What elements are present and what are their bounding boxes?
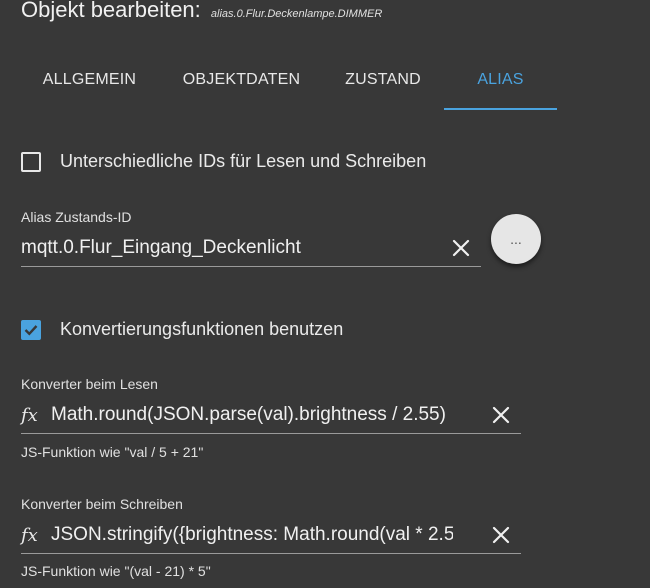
- clear-alias-state-id-button[interactable]: [449, 236, 473, 260]
- tab-alias[interactable]: ALIAS: [444, 52, 557, 108]
- read-converter-label: Konverter beim Lesen: [21, 376, 158, 392]
- use-conversion-option[interactable]: Konvertierungsfunktionen benutzen: [21, 319, 343, 340]
- function-icon: fx: [21, 524, 38, 546]
- dialog-title: Objekt bearbeiten: alias.0.Flur.Deckenla…: [21, 0, 382, 23]
- tab-allgemein[interactable]: ALLGEMEIN: [21, 52, 158, 108]
- read-converter-value[interactable]: Math.round(JSON.parse(val).brightness / …: [51, 404, 453, 426]
- separate-ids-option[interactable]: Unterschiedliche IDs für Lesen und Schre…: [21, 151, 426, 172]
- read-converter-helper: JS-Funktion wie "val / 5 + 21": [21, 444, 204, 460]
- write-converter-helper: JS-Funktion wie "(val - 21) * 5": [21, 563, 211, 579]
- use-conversion-checkbox[interactable]: [21, 319, 41, 340]
- dialog-title-text: Objekt bearbeiten:: [21, 0, 201, 22]
- separate-ids-label: Unterschiedliche IDs für Lesen und Schre…: [60, 151, 427, 171]
- function-icon: fx: [21, 404, 38, 426]
- write-converter-label: Konverter beim Schreiben: [21, 496, 183, 512]
- read-converter-field[interactable]: fx Math.round(JSON.parse(val).brightness…: [21, 397, 521, 434]
- active-tab-indicator: [444, 108, 557, 110]
- tab-bar: ALLGEMEIN OBJEKTDATEN ZUSTAND ALIAS: [0, 52, 650, 110]
- separate-ids-checkbox[interactable]: [21, 151, 41, 172]
- use-conversion-label: Konvertierungsfunktionen benutzen: [60, 319, 344, 339]
- check-icon: [24, 324, 38, 336]
- select-id-button[interactable]: ...: [491, 214, 541, 264]
- tab-zustand[interactable]: ZUSTAND: [330, 52, 436, 108]
- close-icon: [492, 526, 510, 544]
- alias-state-id-value[interactable]: mqtt.0.Flur_Eingang_Deckenlicht: [21, 237, 421, 259]
- close-icon: [492, 406, 510, 424]
- close-icon: [452, 239, 470, 257]
- write-converter-field[interactable]: fx JSON.stringify({brightness: Math.roun…: [21, 517, 521, 554]
- clear-write-converter-button[interactable]: [489, 523, 513, 547]
- clear-read-converter-button[interactable]: [489, 403, 513, 427]
- alias-state-id-field[interactable]: mqtt.0.Flur_Eingang_Deckenlicht: [21, 230, 481, 267]
- tab-objektdaten[interactable]: OBJEKTDATEN: [170, 52, 313, 108]
- object-id: alias.0.Flur.Deckenlampe.DIMMER: [210, 8, 383, 20]
- write-converter-value[interactable]: JSON.stringify({brightness: Math.round(v…: [51, 524, 453, 546]
- alias-state-id-label: Alias Zustands-ID: [21, 209, 132, 225]
